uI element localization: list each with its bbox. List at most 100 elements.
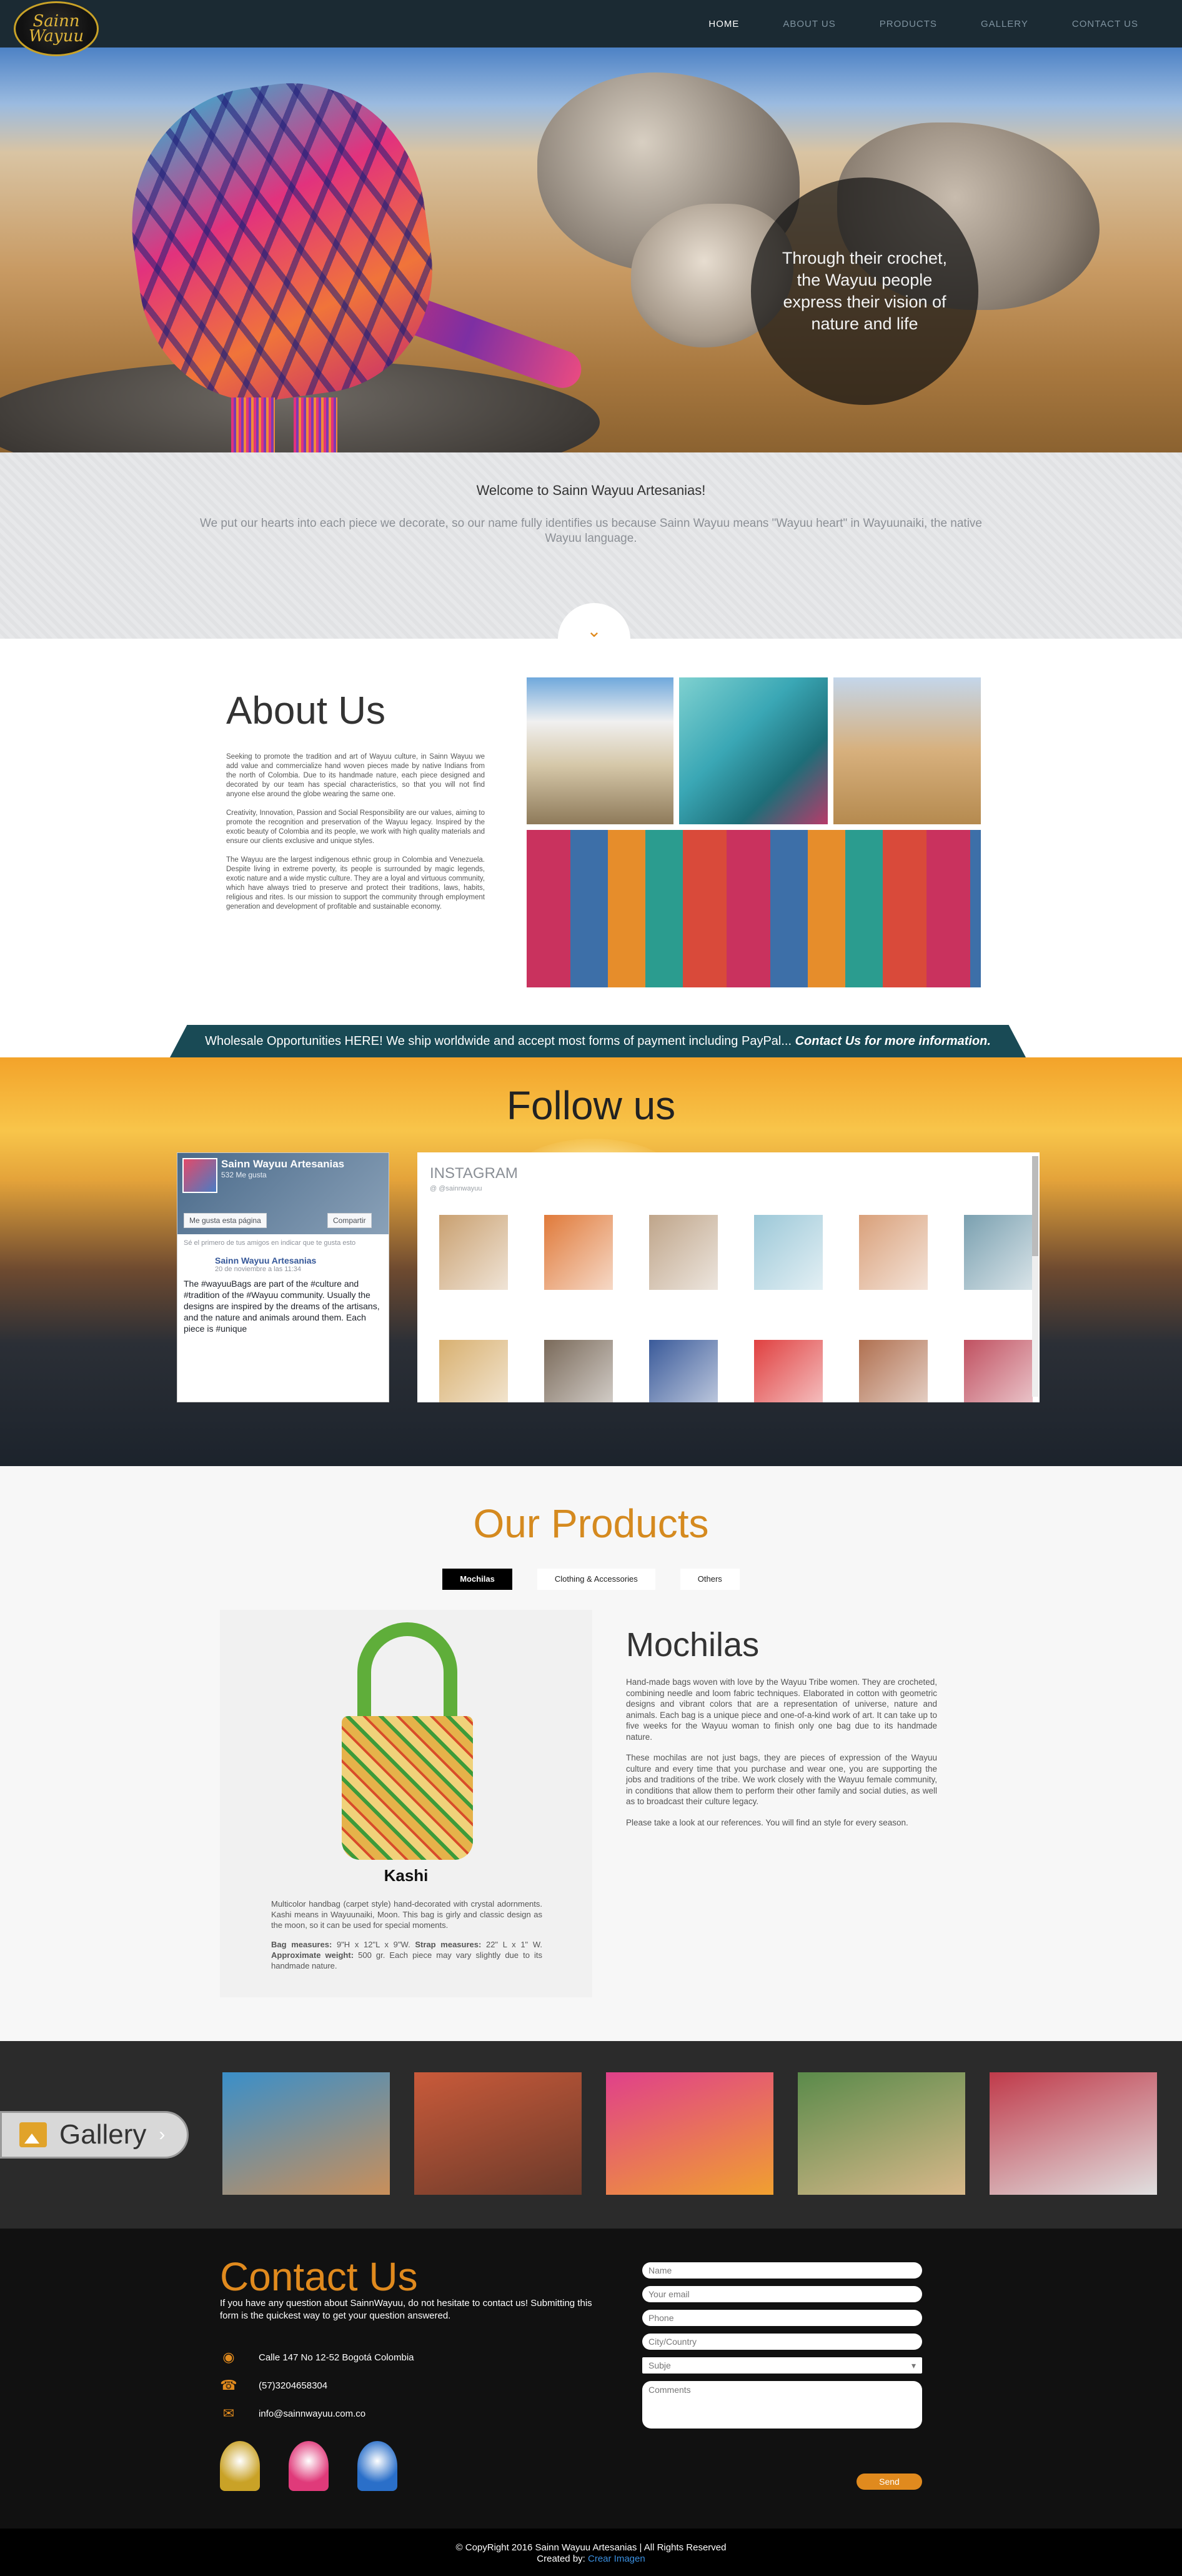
measures-value: 9"H x 12"L x 9"W. — [332, 1940, 415, 1949]
products-section: Our Products Mochilas Clothing & Accesso… — [0, 1466, 1182, 2041]
instagram-photo[interactable] — [745, 1209, 832, 1296]
follow-section: Follow us Sainn Wayuu Artesanias 532 Me … — [0, 1057, 1182, 1466]
category-paragraph: These mochilas are not just bags, they a… — [626, 1753, 937, 1806]
gallery-thumb-women[interactable] — [798, 2072, 965, 2195]
instagram-photo-image — [544, 1340, 613, 1402]
phone-icon: ☎ — [220, 2377, 237, 2393]
about-photo-bags-display — [527, 830, 981, 987]
nav-home[interactable]: HOME — [708, 19, 739, 29]
footer-creator-link[interactable]: Crear Imagen — [588, 2554, 645, 2564]
instagram-photo[interactable] — [640, 1334, 727, 1402]
gallery-thumb-bags[interactable] — [606, 2072, 773, 2195]
product-image-kashi[interactable] — [342, 1622, 473, 1866]
contact-intro: If you have any question about SainnWayu… — [220, 2298, 592, 2321]
about-title: About Us — [226, 689, 386, 732]
product-tabs: Mochilas Clothing & Accessories Others — [0, 1569, 1182, 1590]
category-title: Mochilas — [626, 1626, 760, 1664]
about-paragraph: The Wayuu are the largest indigenous eth… — [226, 856, 485, 911]
contact-title: Contact Us — [220, 2254, 418, 2299]
instagram-photo[interactable] — [430, 1334, 517, 1402]
nav-contact-us[interactable]: CONTACT US — [1072, 19, 1138, 29]
hero-bag-tassel — [231, 397, 275, 452]
contact-email: ✉ info@sainnwayuu.com.co — [220, 2405, 365, 2422]
instagram-scrollbar[interactable] — [1032, 1156, 1038, 1397]
site-logo[interactable]: Sainn Wayuu — [14, 1, 99, 56]
facebook-friends-note: Sé el primero de tus amigos en indicar q… — [184, 1239, 356, 1247]
hero-banner: Through their crochet, the Wayuu people … — [0, 47, 1182, 452]
top-navbar: Sainn Wayuu HOME ABOUT US PRODUCTS GALLE… — [0, 0, 1182, 56]
email-field[interactable]: Your email — [642, 2286, 922, 2302]
contact-phone: ☎ (57)3204658304 — [220, 2377, 327, 2394]
instagram-photo[interactable] — [535, 1334, 622, 1402]
about-paragraph: Creativity, Innovation, Passion and Soci… — [226, 809, 485, 845]
facebook-page-name[interactable]: Sainn Wayuu Artesanias — [221, 1158, 389, 1171]
facebook-widget: Sainn Wayuu Artesanias 532 Me gusta Me g… — [177, 1152, 389, 1402]
scrollbar-thumb[interactable] — [1032, 1156, 1038, 1256]
instagram-photo-image — [859, 1340, 928, 1402]
instagram-user[interactable]: @ @sainnwayuu — [430, 1185, 482, 1192]
gallery-thumb-market[interactable] — [990, 2072, 1157, 2195]
welcome-section: Welcome to Sainn Wayuu Artesanias! We pu… — [0, 452, 1182, 676]
chevron-right-icon: › — [159, 2124, 166, 2145]
hero-caption-circle: Through their crochet, the Wayuu people … — [751, 177, 978, 405]
instagram-photo[interactable] — [745, 1334, 832, 1402]
facebook-header: Sainn Wayuu Artesanias 532 Me gusta Me g… — [177, 1153, 389, 1234]
nav-gallery[interactable]: GALLERY — [981, 19, 1028, 29]
wholesale-cta[interactable]: Contact Us for more information. — [795, 1034, 991, 1048]
category-paragraph: Please take a look at our references. Yo… — [626, 1817, 908, 1827]
instagram-photo[interactable] — [535, 1209, 622, 1296]
strap-value: 22" L x 1" W. — [481, 1940, 543, 1949]
instagram-grid — [430, 1209, 1033, 1402]
instagram-photo-image — [649, 1215, 718, 1290]
category-info: Mochilas Hand-made bags woven with love … — [626, 1625, 937, 1838]
instagram-photo[interactable] — [430, 1209, 517, 1296]
footer-copyright: © CopyRight 2016 Sainn Wayuu Artesanias … — [455, 2542, 727, 2553]
city-field[interactable]: City/Country — [642, 2334, 922, 2350]
nav-about-us[interactable]: ABOUT US — [783, 19, 835, 29]
tab-mochilas[interactable]: Mochilas — [442, 1569, 512, 1590]
facebook-share-button[interactable]: Compartir — [327, 1213, 372, 1228]
tab-others[interactable]: Others — [680, 1569, 740, 1590]
bag-body — [342, 1716, 473, 1860]
product-specs: Bag measures: 9"H x 12"L x 9"W. Strap me… — [271, 1939, 542, 1971]
name-field[interactable]: Name — [642, 2262, 922, 2279]
subject-select[interactable]: Subje ▾ — [642, 2357, 922, 2374]
instagram-photo[interactable] — [640, 1209, 727, 1296]
colombia-badge — [220, 2441, 260, 2491]
main-menu: HOME ABOUT US PRODUCTS GALLERY CONTACT U… — [708, 0, 1138, 47]
instagram-photo-image — [754, 1340, 823, 1402]
tab-clothing-accessories[interactable]: Clothing & Accessories — [537, 1569, 655, 1590]
facebook-post-date[interactable]: 20 de noviembre a las 11:34 — [177, 1266, 389, 1273]
gallery-thumb-clothing[interactable] — [414, 2072, 582, 2195]
instagram-photo-image — [859, 1215, 928, 1290]
product-card: Kashi Multicolor handbag (carpet style) … — [220, 1610, 592, 1997]
gallery-label: Gallery — [59, 2119, 147, 2150]
facebook-page-avatar[interactable] — [182, 1158, 217, 1193]
envelope-icon: ✉ — [222, 2405, 235, 2421]
instagram-photo[interactable] — [955, 1209, 1040, 1296]
location-pin-icon: ◉ — [222, 2349, 235, 2365]
instagram-photo[interactable] — [850, 1334, 937, 1402]
category-paragraph: Hand-made bags woven with love by the Wa… — [626, 1677, 937, 1742]
image-icon — [19, 2122, 47, 2147]
send-button[interactable]: Send — [857, 2474, 922, 2490]
facebook-post-text: The #wayuuBags are part of the #culture … — [184, 1279, 380, 1334]
email-text[interactable]: info@sainnwayuu.com.co — [259, 2409, 365, 2419]
footer-created-label: Created by: — [537, 2554, 588, 2564]
gallery-thumb-landscape[interactable] — [222, 2072, 390, 2195]
instagram-photo-image — [649, 1340, 718, 1402]
facebook-like-button[interactable]: Me gusta esta página — [184, 1213, 267, 1228]
product-description: Multicolor handbag (carpet style) hand-d… — [271, 1899, 542, 1980]
nav-products[interactable]: PRODUCTS — [880, 19, 937, 29]
phone-field[interactable]: Phone — [642, 2310, 922, 2326]
instagram-photo[interactable] — [955, 1334, 1040, 1402]
gallery-button[interactable]: Gallery › — [0, 2111, 189, 2159]
gallery-strip: Gallery › — [0, 2041, 1182, 2229]
product-description-text: Multicolor handbag (carpet style) hand-d… — [271, 1899, 542, 1930]
wholesale-banner[interactable]: Wholesale Opportunities HERE! We ship wo… — [170, 1025, 1026, 1057]
facebook-post-author[interactable]: Sainn Wayuu Artesanias — [177, 1252, 389, 1266]
instagram-photo[interactable] — [850, 1209, 937, 1296]
contact-section: Contact Us If you have any question abou… — [0, 2229, 1182, 2529]
comments-field[interactable]: Comments — [642, 2381, 922, 2429]
instagram-title: INSTAGRAM — [430, 1165, 518, 1182]
